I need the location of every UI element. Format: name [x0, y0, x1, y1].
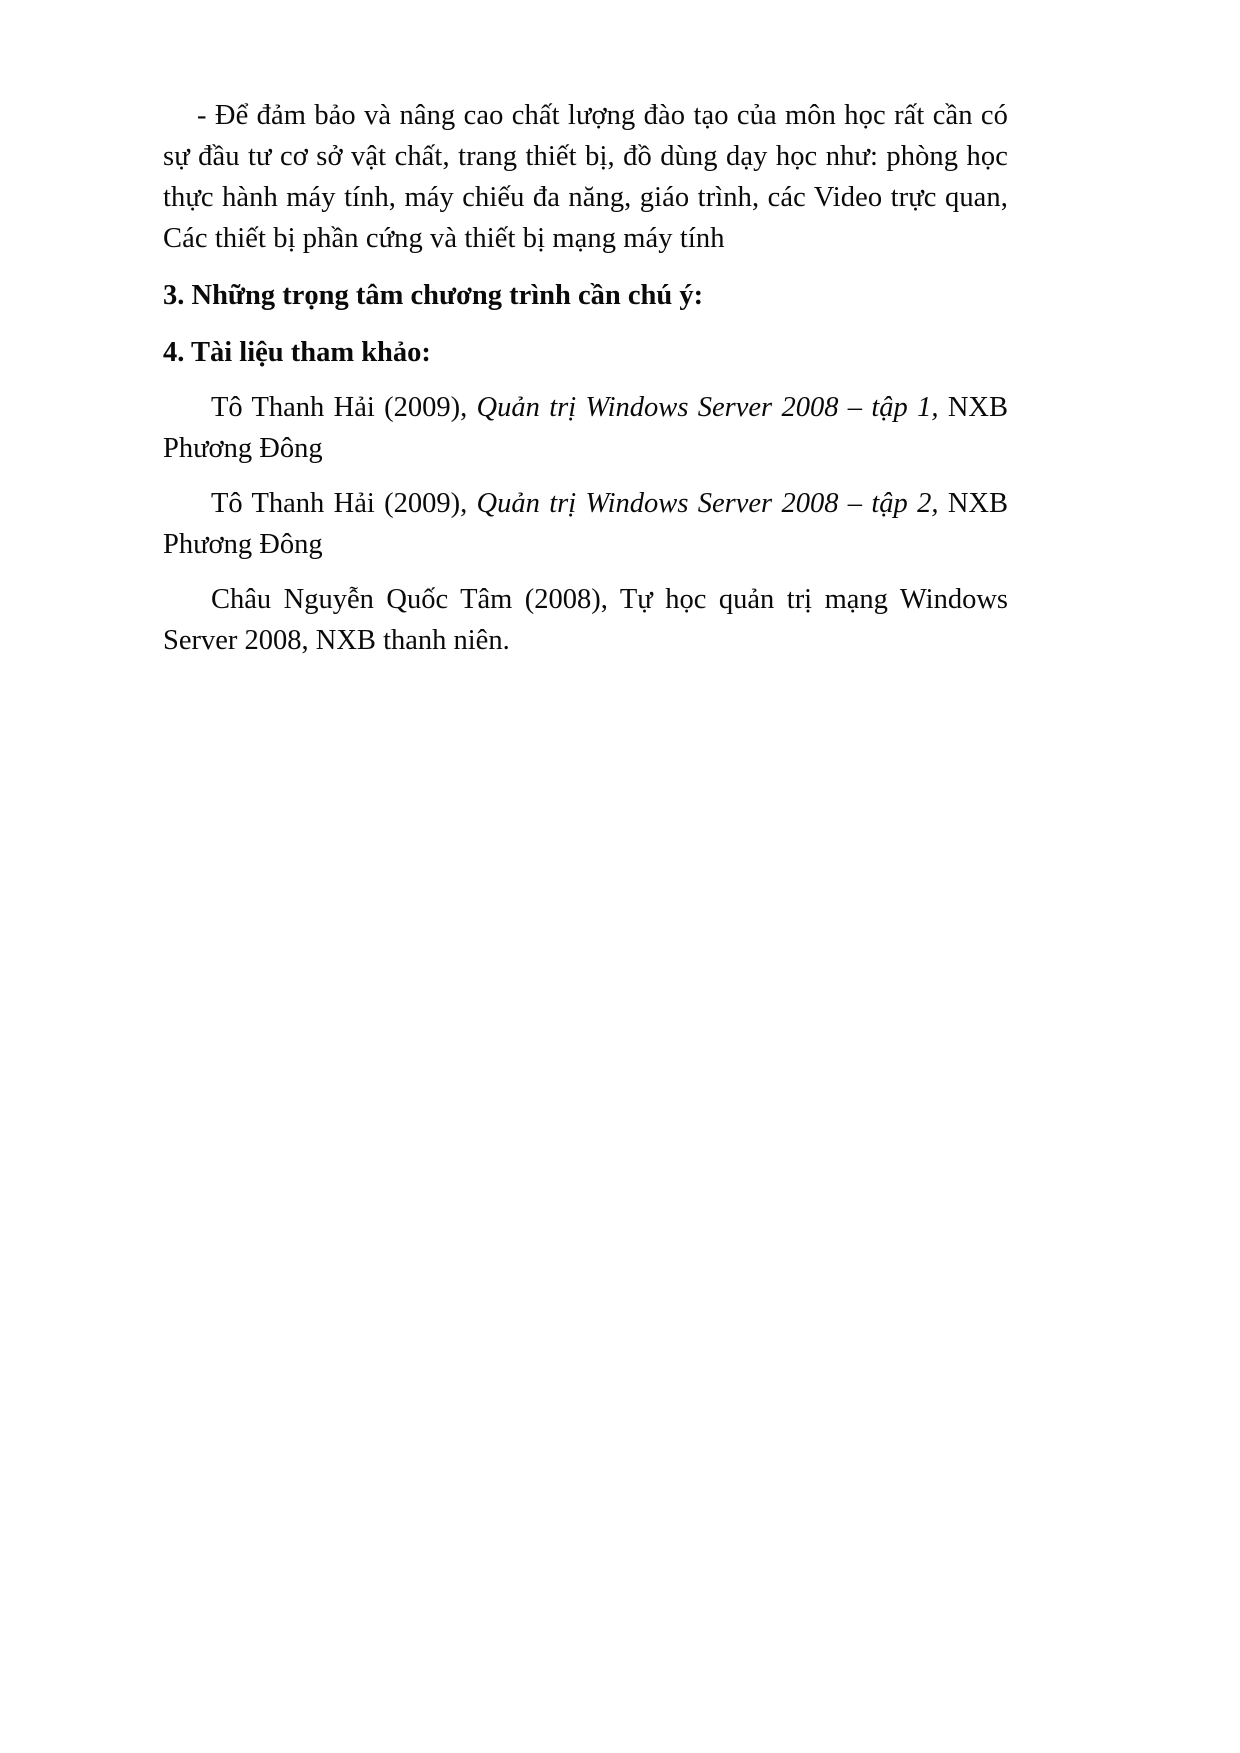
reference-author-year: Tô Thanh Hải (2009),: [211, 488, 477, 519]
reference-publisher: NXB thanh niên.: [308, 625, 510, 656]
document-page: - Để đảm bảo và nâng cao chất lượng đào …: [0, 0, 1240, 1753]
document-body: - Để đảm bảo và nâng cao chất lượng đào …: [163, 95, 1008, 661]
reference-title: Quản trị Windows Server 2008 – tập 1,: [476, 392, 939, 423]
reference-author-year: Châu Nguyễn Quốc Tâm (2008),: [211, 584, 620, 615]
reference-item-2: Tô Thanh Hải (2009), Quản trị Windows Se…: [163, 469, 1008, 565]
reference-item-1: Tô Thanh Hải (2009), Quản trị Windows Se…: [163, 373, 1008, 469]
reference-author-year: Tô Thanh Hải (2009),: [211, 392, 477, 423]
reference-item-3: Châu Nguyễn Quốc Tâm (2008), Tự học quản…: [163, 565, 1008, 661]
reference-title: Quản trị Windows Server 2008 – tập 2,: [476, 488, 939, 519]
heading-section-3: 3. Những trọng tâm chương trình cần chú …: [163, 280, 704, 311]
heading-section-4: 4. Tài liệu tham khảo:: [163, 337, 431, 368]
paragraph-facilities: - Để đảm bảo và nâng cao chất lượng đào …: [163, 100, 1008, 254]
